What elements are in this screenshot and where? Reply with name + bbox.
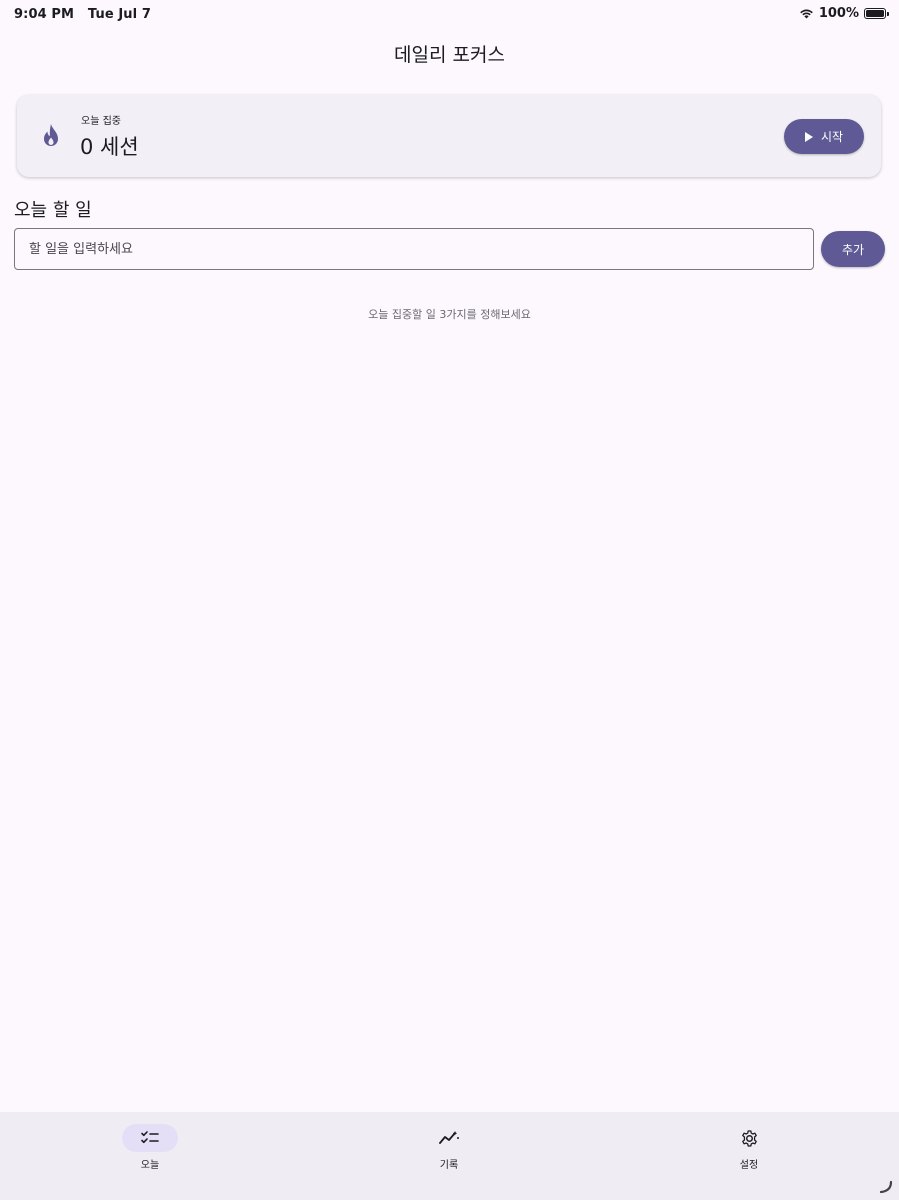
status-date: Tue Jul 7	[87, 7, 151, 22]
focus-label: 오늘 집중	[81, 116, 121, 127]
status-indicators: 100%	[799, 6, 889, 21]
nav-label-history: 기록	[439, 1160, 459, 1171]
play-icon	[804, 131, 813, 142]
nav-item-history[interactable]: 기록	[389, 1124, 509, 1171]
battery-icon	[864, 8, 889, 19]
empty-state-hint: 오늘 집중할 일 3가지를 정해보세요	[368, 308, 531, 321]
task-input-field	[14, 228, 814, 270]
focus-session-count: 0 세션	[80, 135, 139, 159]
resize-corner-icon	[879, 1180, 893, 1194]
add-button-label: 추가	[841, 242, 865, 257]
nav-label-settings: 설정	[739, 1160, 759, 1171]
nav-item-today[interactable]: 오늘	[90, 1124, 210, 1171]
tasks-section-title: 오늘 할 일	[14, 200, 92, 221]
trending-icon	[439, 1131, 459, 1144]
status-time: 9:04 PM Tue Jul 7	[14, 7, 151, 22]
status-clock: 9:04 PM	[14, 7, 75, 22]
nav-label-today: 오늘	[140, 1160, 160, 1171]
wifi-icon	[800, 9, 813, 19]
flame-icon	[44, 124, 58, 146]
nav-active-indicator	[122, 1124, 178, 1152]
status-bar: 9:04 PM Tue Jul 7 100%	[0, 0, 899, 28]
start-button-label: 시작	[820, 130, 844, 144]
add-task-button[interactable]: 추가	[821, 231, 885, 267]
task-input[interactable]	[15, 229, 813, 269]
gear-icon	[741, 1129, 757, 1147]
nav-item-settings[interactable]: 설정	[689, 1124, 809, 1171]
page-title: 데일리 포커스	[394, 44, 505, 66]
battery-percent: 100%	[818, 6, 859, 21]
start-button[interactable]: 시작	[784, 119, 864, 154]
checklist-icon	[141, 1131, 159, 1144]
focus-card	[17, 95, 881, 177]
